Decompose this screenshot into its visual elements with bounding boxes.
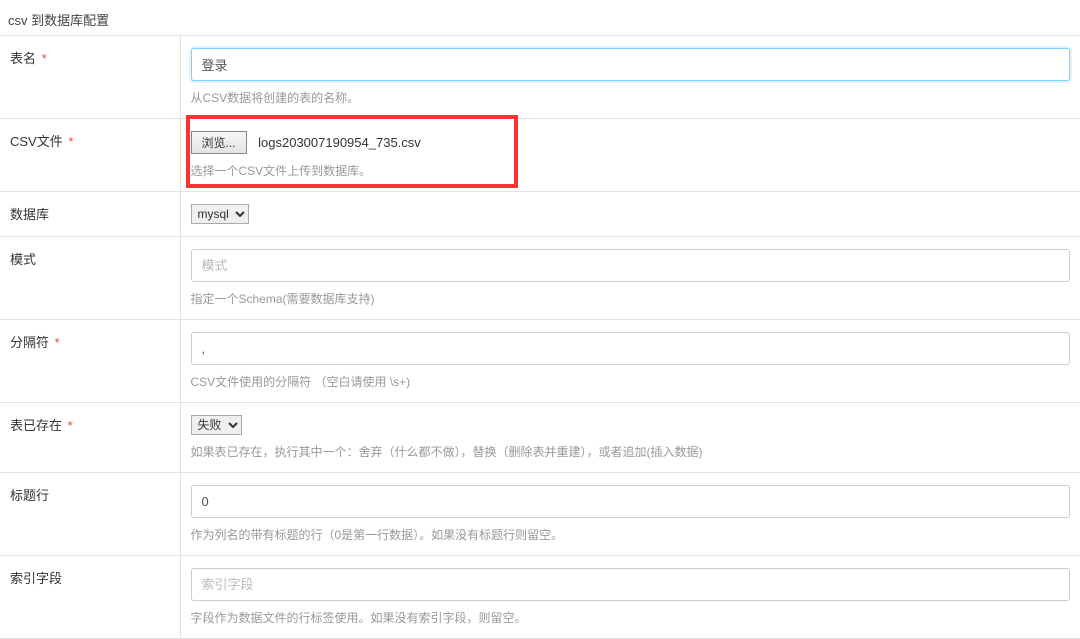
section-heading: csv 到数据库配置	[0, 0, 1080, 35]
help-table-name: 从CSV数据将创建的表的名称。	[191, 89, 1071, 106]
help-index-column: 字段作为数据文件的行标签使用。如果没有索引字段，则留空。	[191, 609, 1071, 626]
label-database: 数据库	[10, 207, 49, 222]
label-delimiter: 分隔符	[10, 335, 49, 350]
required-indicator: *	[68, 418, 73, 433]
schema-input[interactable]	[191, 249, 1071, 282]
help-header-row: 作为列名的带有标题的行（0是第一行数据）。如果没有标题行则留空。	[191, 526, 1071, 543]
database-select[interactable]: mysql	[191, 204, 249, 224]
required-indicator: *	[42, 51, 47, 66]
config-form: 表名 * 从CSV数据将创建的表的名称。 CSV文件 * 浏览... logs2…	[0, 35, 1080, 639]
browse-button[interactable]: 浏览...	[191, 131, 247, 154]
delimiter-input[interactable]	[191, 332, 1071, 365]
label-index-column: 索引字段	[10, 571, 62, 586]
selected-file-name: logs203007190954_735.csv	[258, 135, 421, 150]
help-delimiter: CSV文件使用的分隔符 （空白请使用 \s+)	[191, 373, 1071, 390]
help-schema: 指定一个Schema(需要数据库支持)	[191, 290, 1071, 307]
index-column-input[interactable]	[191, 568, 1071, 601]
help-table-exists: 如果表已存在，执行其中一个：舍弃（什么都不做），替换（删除表并重建），或者追加(…	[191, 443, 1071, 460]
table-name-input[interactable]	[191, 48, 1071, 81]
label-csv-file: CSV文件	[10, 134, 63, 149]
required-indicator: *	[55, 335, 60, 350]
header-row-input[interactable]	[191, 485, 1071, 518]
required-indicator: *	[68, 134, 73, 149]
label-header-row: 标题行	[10, 488, 49, 503]
label-table-name: 表名	[10, 51, 36, 66]
label-table-exists: 表已存在	[10, 418, 62, 433]
table-exists-select[interactable]: 失败	[191, 415, 242, 435]
label-schema: 模式	[10, 252, 36, 267]
help-csv-file: 选择一个CSV文件上传到数据库。	[191, 162, 1071, 179]
